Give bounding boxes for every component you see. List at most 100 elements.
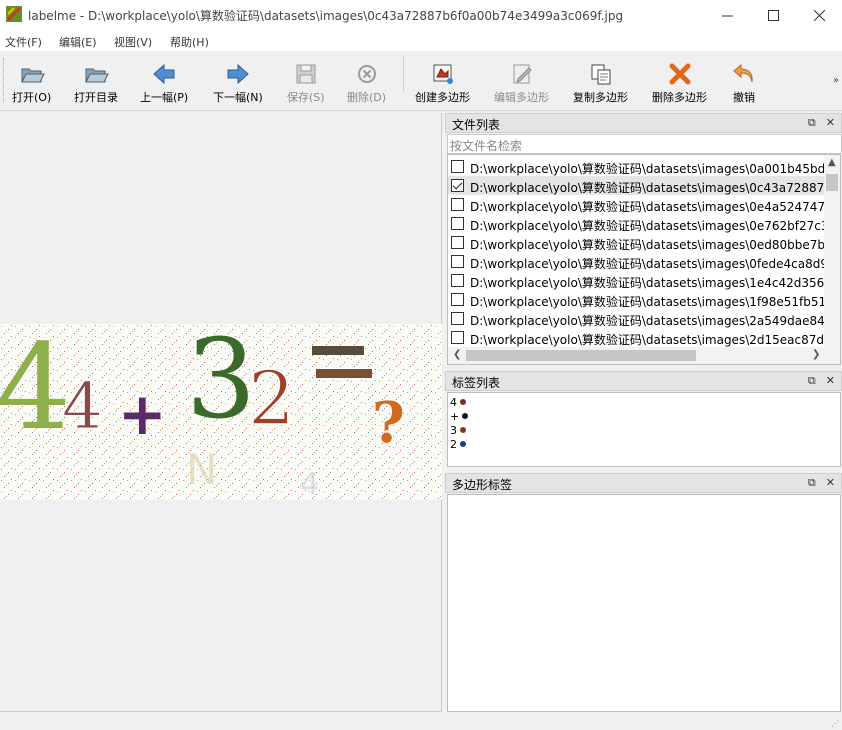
minimize-button[interactable] — [704, 0, 750, 30]
file-list-vertical-scrollbar[interactable]: ▲ — [824, 155, 840, 349]
toolbar-separator — [403, 56, 404, 92]
close-button[interactable] — [796, 0, 842, 30]
list-item[interactable]: D:\workplace\yolo\算数验证码\datasets\images\… — [448, 233, 826, 252]
file-checkbox[interactable] — [451, 255, 464, 268]
minimize-icon — [721, 15, 733, 16]
save-icon — [296, 64, 316, 84]
svg-text:3: 3 — [186, 324, 256, 443]
label-list-dock-title: 标签列表 ⧉ ✕ — [445, 371, 842, 391]
labelme-app-icon — [6, 6, 22, 22]
list-item[interactable]: D:\workplace\yolo\算数验证码\datasets\images\… — [448, 157, 826, 176]
svg-text:N: N — [186, 445, 217, 494]
arrow-left-icon — [153, 63, 175, 85]
maximize-button[interactable] — [750, 0, 796, 30]
list-item[interactable]: D:\workplace\yolo\算数验证码\datasets\images\… — [448, 176, 826, 195]
label-list-title: 标签列表 — [452, 376, 501, 390]
scroll-right-icon[interactable]: ❯ — [812, 349, 820, 360]
edit-pencil-icon — [513, 64, 532, 84]
file-checkbox[interactable] — [451, 217, 464, 230]
svg-text:4: 4 — [300, 467, 319, 500]
list-item[interactable]: D:\workplace\yolo\算数验证码\datasets\images\… — [448, 214, 826, 233]
menu-view[interactable]: 视图(V) — [114, 34, 152, 50]
toolbar-grip[interactable] — [3, 58, 6, 102]
file-checkbox[interactable] — [451, 236, 464, 249]
folder-open-icon — [85, 68, 109, 83]
next-image-button[interactable]: 下一幅(N) — [213, 61, 263, 107]
undo-icon — [733, 63, 753, 83]
toolbar-overflow-button[interactable]: » — [833, 75, 839, 86]
file-list-horizontal-scrollbar[interactable]: ❮ ❯ — [448, 347, 840, 364]
file-list-dock-title: 文件列表 ⧉ ✕ — [445, 113, 842, 133]
folder-open-icon — [20, 68, 45, 83]
file-checkbox[interactable] — [451, 331, 464, 344]
file-search-input[interactable]: 按文件名检索 — [447, 134, 842, 154]
undo-button[interactable]: 撤销 — [731, 61, 757, 107]
menu-file[interactable]: 文件(F) — [5, 34, 42, 50]
prev-image-button[interactable]: 上一幅(P) — [140, 61, 188, 107]
float-dock-icon[interactable]: ⧉ — [808, 116, 816, 130]
label-color-dot — [460, 399, 466, 405]
file-checkbox[interactable] — [451, 312, 464, 325]
list-item[interactable]: + — [450, 410, 469, 423]
title-bar: labelme - D:\workplace\yolo\算数验证码\datase… — [0, 0, 842, 30]
float-dock-icon[interactable]: ⧉ — [808, 476, 816, 490]
delete-polygon-button[interactable]: 删除多边形 — [652, 61, 707, 107]
open-button[interactable]: 打开(O) — [12, 61, 51, 107]
menu-help[interactable]: 帮助(H) — [170, 34, 209, 50]
svg-text:2: 2 — [248, 356, 295, 442]
polygon-labels-list[interactable] — [447, 494, 841, 712]
scrollbar-thumb[interactable] — [466, 350, 696, 361]
svg-text:4: 4 — [62, 370, 103, 444]
list-item[interactable]: 4 — [450, 396, 466, 409]
menu-edit[interactable]: 编辑(E) — [59, 34, 97, 50]
list-item[interactable]: D:\workplace\yolo\算数验证码\datasets\images\… — [448, 195, 826, 214]
svg-text:+: + — [118, 380, 167, 448]
scroll-up-icon[interactable]: ▲ — [828, 157, 836, 168]
status-bar: ⋰ — [0, 712, 842, 730]
svg-text:4: 4 — [0, 324, 71, 456]
file-checkbox[interactable] — [451, 179, 464, 192]
image-canvas[interactable]: 4 4 + 3 2 ? N 4 — [0, 113, 442, 712]
create-polygon-button[interactable]: 创建多边形 — [415, 61, 470, 107]
file-list-title: 文件列表 — [452, 118, 501, 132]
list-item[interactable]: D:\workplace\yolo\算数验证码\datasets\images\… — [448, 309, 826, 328]
list-item[interactable]: D:\workplace\yolo\算数验证码\datasets\images\… — [448, 290, 826, 309]
file-checkbox[interactable] — [451, 274, 464, 287]
close-dock-icon[interactable]: ✕ — [826, 476, 835, 490]
polygon-labels-title: 多边形标签 — [452, 478, 513, 492]
list-item[interactable]: D:\workplace\yolo\算数验证码\datasets\images\… — [448, 271, 826, 290]
file-checkbox[interactable] — [451, 198, 464, 211]
scrollbar-thumb[interactable] — [826, 174, 838, 191]
file-list[interactable]: D:\workplace\yolo\算数验证码\datasets\images\… — [447, 154, 841, 365]
edit-polygon-button[interactable]: 编辑多边形 — [494, 61, 549, 107]
label-list[interactable]: 4 + 3 2 — [447, 392, 841, 467]
file-checkbox[interactable] — [451, 293, 464, 306]
delete-file-button[interactable]: 删除(D) — [347, 61, 386, 107]
copy-icon — [591, 64, 610, 85]
window-title: labelme - D:\workplace\yolo\算数验证码\datase… — [28, 9, 624, 23]
label-color-dot — [460, 427, 466, 433]
list-item[interactable]: D:\workplace\yolo\算数验证码\datasets\images\… — [448, 252, 826, 271]
file-list-dock: 文件列表 ⧉ ✕ — [445, 113, 842, 133]
list-item[interactable]: 3 — [450, 424, 466, 437]
close-dock-icon[interactable]: ✕ — [826, 374, 835, 388]
captcha-image: 4 4 + 3 2 ? N 4 — [0, 324, 442, 500]
float-dock-icon[interactable]: ⧉ — [808, 374, 816, 388]
close-icon — [813, 9, 825, 21]
polygon-labels-dock: 多边形标签 ⧉ ✕ — [445, 473, 842, 493]
file-checkbox[interactable] — [451, 160, 464, 173]
label-color-dot — [462, 413, 469, 419]
open-dir-button[interactable]: 打开目录 — [74, 61, 118, 107]
delete-circle-icon — [357, 65, 376, 83]
list-item[interactable]: 2 — [450, 438, 466, 451]
resize-grip-icon[interactable]: ⋰ — [831, 719, 839, 728]
captcha-graphic: 4 4 + 3 2 ? N 4 — [0, 324, 442, 500]
scroll-left-icon[interactable]: ❮ — [453, 349, 461, 360]
create-polygon-icon — [433, 64, 453, 84]
save-button[interactable]: 保存(S) — [287, 61, 325, 107]
copy-polygon-button[interactable]: 复制多边形 — [573, 61, 628, 107]
list-item[interactable]: D:\workplace\yolo\算数验证码\datasets\images\… — [448, 328, 826, 347]
maximize-icon — [767, 9, 779, 21]
close-dock-icon[interactable]: ✕ — [826, 116, 835, 130]
arrow-right-icon — [227, 63, 249, 85]
